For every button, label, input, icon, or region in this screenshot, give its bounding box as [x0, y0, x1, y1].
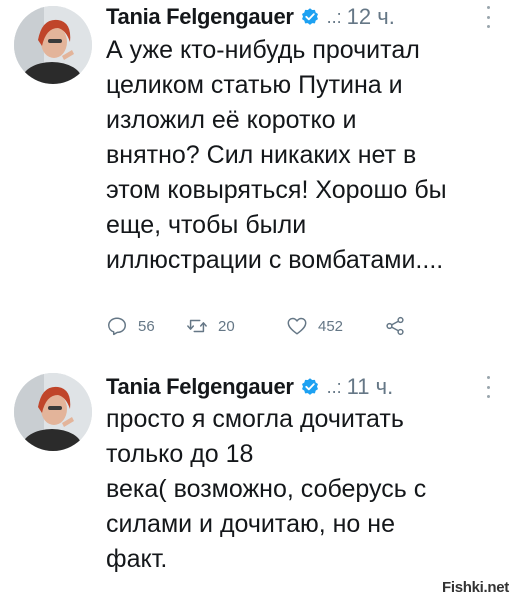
tweet-actions: 56 20 452	[106, 315, 486, 343]
timestamp[interactable]: 11 ч.	[347, 374, 394, 400]
like-count: 452	[318, 317, 344, 335]
separator: ..:	[326, 6, 342, 27]
tweet[interactable]: Tania Felgengauer ..: 11 ч. просто я смо…	[0, 372, 513, 600]
more-vertical-icon[interactable]	[485, 6, 491, 28]
watermark: Fishki.net	[441, 579, 509, 596]
timestamp[interactable]: 12 ч.	[347, 4, 395, 30]
retweet-count: 20	[218, 317, 235, 335]
heart-icon	[287, 317, 307, 335]
retweet-button[interactable]: 20	[186, 315, 235, 337]
reply-button[interactable]: 56	[106, 315, 155, 337]
reply-count: 56	[138, 317, 155, 335]
author-name[interactable]: Tania Felgengauer	[106, 4, 294, 30]
tweet-header: Tania Felgengauer ..: 12 ч.	[106, 2, 395, 32]
share-icon	[386, 316, 404, 336]
reply-icon	[108, 317, 126, 336]
verified-badge-icon	[301, 378, 318, 395]
author-avatar[interactable]	[14, 373, 92, 451]
like-button[interactable]: 452	[286, 315, 343, 337]
tweet-header: Tania Felgengauer ..: 11 ч.	[106, 372, 393, 402]
tweet[interactable]: Tania Felgengauer ..: 12 ч. А уже кто-ни…	[0, 0, 513, 372]
tweet-text: просто я смогла дочитать только до 18 ве…	[106, 405, 427, 573]
retweet-icon	[187, 319, 207, 333]
separator: ..:	[326, 376, 342, 397]
author-avatar[interactable]	[14, 6, 92, 84]
more-vertical-icon[interactable]	[485, 376, 491, 398]
tweet-text: А уже кто-нибудь прочитал целиком статью…	[106, 36, 447, 274]
author-name[interactable]: Tania Felgengauer	[106, 374, 294, 400]
share-button[interactable]	[384, 315, 416, 337]
verified-badge-icon	[301, 8, 318, 25]
